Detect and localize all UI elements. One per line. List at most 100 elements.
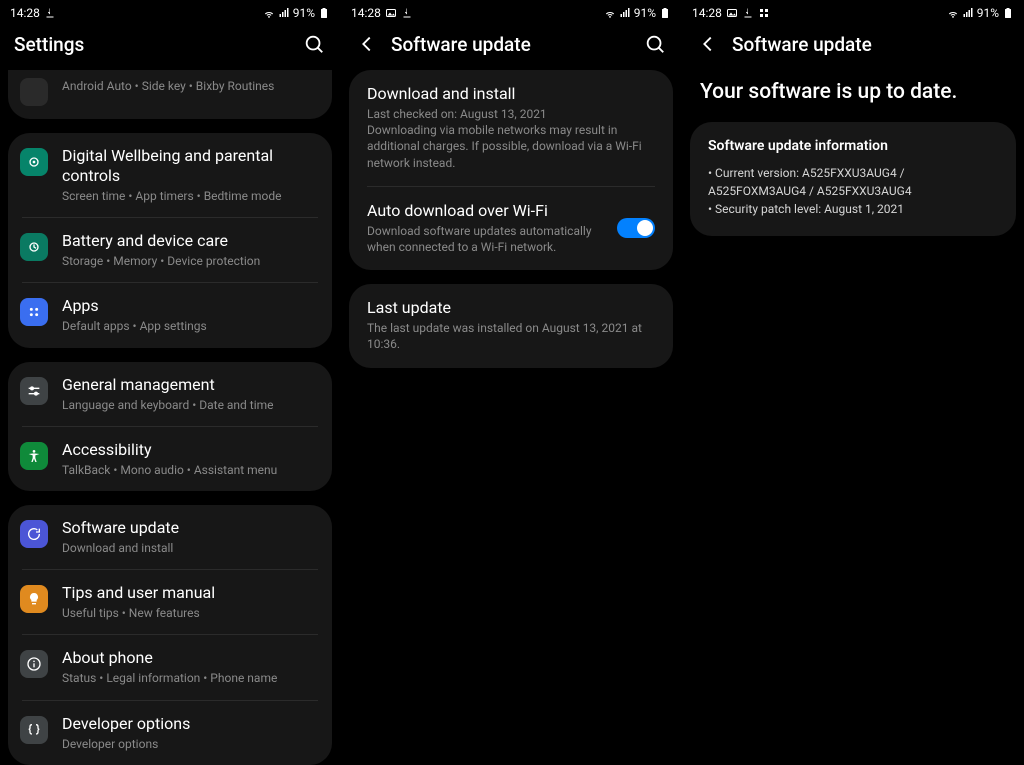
settings-item-title: Battery and device care	[62, 231, 318, 251]
page-title: Software update	[732, 33, 1010, 56]
signal-icon	[619, 7, 631, 19]
settings-item-accessibility[interactable]: Accessibility TalkBack • Mono audio • As…	[22, 426, 318, 491]
settings-group-wellbeing: Digital Wellbeing and parental controls …	[8, 133, 332, 348]
download-note: Downloading via mobile networks may resu…	[367, 122, 655, 171]
settings-screen: 14:28 91% Settings Android Auto • Side k…	[0, 0, 341, 759]
settings-item-sub: Screen time • App timers • Bedtime mode	[62, 188, 318, 204]
image-status-icon	[726, 7, 738, 19]
software-update-header: Software update	[341, 22, 681, 70]
settings-item-sub: Default apps • App settings	[62, 318, 318, 334]
settings-item-tips[interactable]: Tips and user manual Useful tips • New f…	[22, 569, 318, 634]
settings-item-wellbeing[interactable]: Digital Wellbeing and parental controls …	[8, 133, 332, 217]
auto-download-item[interactable]: Auto download over Wi-Fi Download softwa…	[349, 187, 673, 270]
download-last-checked: Last checked on: August 13, 2021	[367, 106, 655, 122]
signal-icon	[278, 7, 290, 19]
last-update-sub: The last update was installed on August …	[367, 320, 655, 352]
wifi-icon	[947, 7, 959, 19]
settings-item-title: Digital Wellbeing and parental controls	[62, 146, 318, 186]
settings-group-advanced-tail: Android Auto • Side key • Bixby Routines	[8, 70, 332, 119]
settings-item-about-phone[interactable]: About phone Status • Legal information •…	[22, 634, 318, 699]
bulb-icon	[20, 585, 48, 613]
info-icon	[20, 650, 48, 678]
apps-status-icon	[758, 7, 770, 19]
page-title: Settings	[14, 33, 290, 56]
search-button[interactable]	[643, 32, 667, 56]
last-update-card: Last update The last update was installe…	[349, 284, 673, 367]
battery-pct: 91%	[293, 6, 315, 20]
download-status-icon	[742, 7, 754, 19]
status-time: 14:28	[351, 6, 381, 20]
last-update-title: Last update	[367, 298, 655, 318]
auto-download-title: Auto download over Wi-Fi	[367, 201, 605, 221]
wifi-icon	[604, 7, 616, 19]
battery-icon	[20, 233, 48, 261]
status-bar: 14:28 91%	[341, 0, 681, 22]
settings-item-sub: Language and keyboard • Date and time	[62, 397, 318, 413]
settings-item-battery[interactable]: Battery and device care Storage • Memory…	[22, 217, 318, 282]
download-status-icon	[44, 7, 56, 19]
update-settings-card: Download and install Last checked on: Au…	[349, 70, 673, 270]
settings-item-title: Developer options	[62, 714, 318, 734]
settings-item-title: About phone	[62, 648, 318, 668]
download-status-icon	[401, 7, 413, 19]
settings-group-general: General management Language and keyboard…	[8, 362, 332, 491]
battery-icon-status	[659, 7, 671, 19]
update-info-card: Software update information Current vers…	[690, 122, 1016, 236]
last-update-item[interactable]: Last update The last update was installe…	[349, 284, 673, 367]
settings-item-sub: Download and install	[62, 540, 318, 556]
chevron-left-icon	[356, 33, 378, 55]
status-time: 14:28	[692, 6, 722, 20]
search-icon	[303, 33, 325, 55]
settings-item-sub: Storage • Memory • Device protection	[62, 253, 318, 269]
battery-icon-status	[318, 7, 330, 19]
bullet-security-patch: Security patch level: August 1, 2021	[708, 200, 998, 218]
settings-item-title: Tips and user manual	[62, 583, 318, 603]
wifi-icon	[263, 7, 275, 19]
battery-icon-status	[1002, 7, 1014, 19]
signal-icon	[962, 7, 974, 19]
settings-item-sub: Status • Legal information • Phone name	[62, 670, 318, 686]
settings-item-title: Apps	[62, 296, 318, 316]
status-bar: 14:28 91%	[0, 0, 340, 22]
back-button[interactable]	[355, 32, 379, 56]
up-to-date-headline: Your software is up to date.	[682, 70, 1024, 122]
update-info-bullets: Current version: A525FXXU3AUG4 / A525FOX…	[690, 164, 1016, 236]
back-button[interactable]	[696, 32, 720, 56]
settings-item-developer[interactable]: Developer options Developer options	[22, 700, 318, 765]
settings-item-title: Accessibility	[62, 440, 318, 460]
advanced-icon	[20, 78, 48, 106]
status-time: 14:28	[10, 6, 40, 20]
braces-icon	[20, 716, 48, 744]
settings-item-title: Software update	[62, 518, 318, 538]
search-button[interactable]	[302, 32, 326, 56]
a11y-icon	[20, 442, 48, 470]
chevron-left-icon	[697, 33, 719, 55]
settings-item-software-update[interactable]: Software update Download and install	[8, 505, 332, 569]
settings-item-sub: Android Auto • Side key • Bixby Routines	[62, 78, 318, 94]
auto-download-toggle[interactable]	[617, 218, 655, 238]
download-title: Download and install	[367, 84, 655, 104]
settings-item-sub: Useful tips • New features	[62, 605, 318, 621]
download-and-install-item[interactable]: Download and install Last checked on: Au…	[349, 70, 673, 186]
update-icon	[20, 520, 48, 548]
update-info-title: Software update information	[690, 122, 1016, 164]
image-status-icon	[385, 7, 397, 19]
auto-download-sub: Download software updates automatically …	[367, 223, 605, 255]
software-update-screen: 14:28 91% Software update Download and i…	[341, 0, 682, 759]
settings-item-advanced-features[interactable]: Android Auto • Side key • Bixby Routines	[8, 70, 332, 119]
search-icon	[644, 33, 666, 55]
status-bar: 14:28 91%	[682, 0, 1024, 22]
settings-item-apps[interactable]: Apps Default apps • App settings	[22, 282, 318, 347]
settings-item-sub: Developer options	[62, 736, 318, 752]
wellbeing-icon	[20, 148, 48, 176]
settings-item-title: General management	[62, 375, 318, 395]
settings-group-about: Software update Download and install Tip…	[8, 505, 332, 765]
apps-icon	[20, 298, 48, 326]
page-title: Software update	[391, 33, 631, 56]
settings-item-general[interactable]: General management Language and keyboard…	[8, 362, 332, 426]
software-update-header: Software update	[682, 22, 1024, 70]
bullet-current-version: Current version: A525FXXU3AUG4 / A525FOX…	[708, 164, 998, 200]
settings-header: Settings	[0, 22, 340, 70]
software-update-result-screen: 14:28 91% Software update Your software …	[682, 0, 1024, 759]
battery-pct: 91%	[634, 6, 656, 20]
